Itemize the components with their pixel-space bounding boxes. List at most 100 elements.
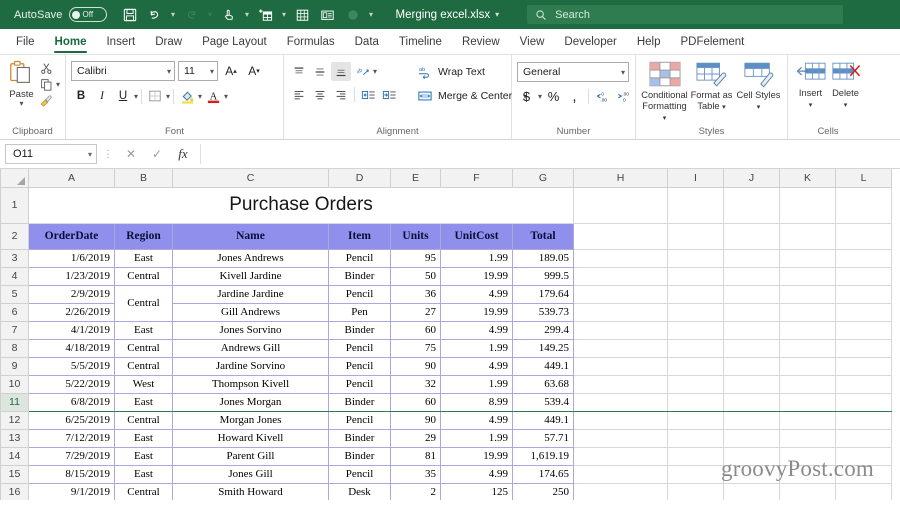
cell-h12[interactable] xyxy=(573,410,668,430)
cell-name[interactable]: Jones Sorvino xyxy=(172,320,329,340)
cell-l10[interactable] xyxy=(835,374,892,394)
touch-mode-icon[interactable] xyxy=(218,4,240,26)
font-color-icon[interactable]: A xyxy=(203,86,223,106)
card-view-icon[interactable] xyxy=(317,4,339,26)
table-header-item[interactable]: Item xyxy=(328,222,391,250)
cell-orderdate[interactable]: 4/1/2019 xyxy=(28,320,115,340)
cell-total[interactable]: 539.4 xyxy=(512,392,574,412)
tab-page-layout[interactable]: Page Layout xyxy=(192,29,277,54)
cell-i5[interactable] xyxy=(667,284,724,304)
cell-region[interactable]: East xyxy=(114,248,173,268)
cell-item[interactable]: Binder xyxy=(328,320,391,340)
cell-j14[interactable] xyxy=(723,446,780,466)
formula-bar-more-icon[interactable]: ⋮ xyxy=(102,149,114,160)
autosave-control[interactable]: AutoSave Off xyxy=(14,7,107,22)
cell-k10[interactable] xyxy=(779,374,836,394)
cell-k1[interactable] xyxy=(779,186,836,224)
percent-format-button[interactable]: % xyxy=(544,87,563,106)
cell-l1[interactable] xyxy=(835,186,892,224)
cell-region[interactable]: Central xyxy=(114,356,173,376)
file-name-area[interactable]: Merging excel.xlsx ▾ xyxy=(396,9,500,21)
cell-j12[interactable] xyxy=(723,410,780,430)
insert-function-icon[interactable]: fx xyxy=(171,144,195,164)
tab-pdfelement[interactable]: PDFelement xyxy=(670,29,754,54)
cell-unitcost[interactable]: 19.99 xyxy=(440,266,513,286)
row-header-10[interactable]: 10 xyxy=(0,374,29,394)
format-painter-icon[interactable] xyxy=(38,93,55,108)
increase-decimal-icon[interactable]: 0.00 xyxy=(593,87,612,106)
row-header-11[interactable]: 11 xyxy=(0,392,29,412)
cell-name[interactable]: Jardine Sorvino xyxy=(172,356,329,376)
cell-item[interactable]: Desk xyxy=(328,482,391,500)
cell-l16[interactable] xyxy=(835,482,892,500)
new-table-dropdown-icon[interactable]: ▾ xyxy=(280,10,289,19)
cell-i3[interactable] xyxy=(667,248,724,268)
cell-i2[interactable] xyxy=(667,222,724,250)
cell-h1[interactable] xyxy=(573,186,668,224)
cell-units[interactable]: 90 xyxy=(390,356,441,376)
underline-button[interactable]: U xyxy=(113,86,133,106)
cell-h10[interactable] xyxy=(573,374,668,394)
conditional-formatting-button[interactable]: Conditional Formatting ▾ xyxy=(641,58,688,124)
cell-styles-button[interactable]: Cell Styles ▾ xyxy=(735,58,782,113)
cell-units[interactable]: 90 xyxy=(390,410,441,430)
cell-orderdate[interactable]: 5/5/2019 xyxy=(28,356,115,376)
scissors-icon[interactable] xyxy=(38,61,55,76)
cell-j1[interactable] xyxy=(723,186,780,224)
cell-h13[interactable] xyxy=(573,428,668,448)
cell-name[interactable]: Jones Andrews xyxy=(172,248,329,268)
cell-units[interactable]: 36 xyxy=(390,284,441,304)
cell-item[interactable]: Binder xyxy=(328,392,391,412)
cell-unitcost[interactable]: 19.99 xyxy=(440,446,513,466)
cell-h7[interactable] xyxy=(573,320,668,340)
cell-h2[interactable] xyxy=(573,222,668,250)
cell-i10[interactable] xyxy=(667,374,724,394)
cell-units[interactable]: 95 xyxy=(390,248,441,268)
cell-l14[interactable] xyxy=(835,446,892,466)
cell-orderdate[interactable]: 2/26/2019 xyxy=(28,302,115,322)
cell-k13[interactable] xyxy=(779,428,836,448)
cell-total[interactable]: 63.68 xyxy=(512,374,574,394)
cell-j4[interactable] xyxy=(723,266,780,286)
tab-file[interactable]: File xyxy=(6,29,45,54)
cell-units[interactable]: 81 xyxy=(390,446,441,466)
row-header-15[interactable]: 15 xyxy=(0,464,29,484)
cell-j8[interactable] xyxy=(723,338,780,358)
row-header-3[interactable]: 3 xyxy=(0,248,29,268)
cell-unitcost[interactable]: 4.99 xyxy=(440,410,513,430)
copy-icon[interactable] xyxy=(38,77,55,92)
cell-unitcost[interactable]: 1.99 xyxy=(440,338,513,358)
borders-icon[interactable] xyxy=(145,86,165,106)
orientation-chevron-down-icon[interactable]: ▾ xyxy=(373,67,377,76)
cell-total[interactable]: 189.05 xyxy=(512,248,574,268)
cell-j16[interactable] xyxy=(723,482,780,500)
column-header-c[interactable]: C xyxy=(172,169,329,188)
cell-region[interactable]: Central xyxy=(114,266,173,286)
cell-name[interactable]: Andrews Gill xyxy=(172,338,329,358)
table-header-orderdate[interactable]: OrderDate xyxy=(28,222,115,250)
bold-button[interactable]: B xyxy=(71,86,91,106)
cell-k4[interactable] xyxy=(779,266,836,286)
cell-i4[interactable] xyxy=(667,266,724,286)
format-as-table-button[interactable]: Format as Table ▾ xyxy=(688,58,735,113)
cell-i7[interactable] xyxy=(667,320,724,340)
table-header-units[interactable]: Units xyxy=(390,222,441,250)
cell-region[interactable]: East xyxy=(114,320,173,340)
tab-timeline[interactable]: Timeline xyxy=(389,29,452,54)
cell-j2[interactable] xyxy=(723,222,780,250)
cell-k5[interactable] xyxy=(779,284,836,304)
delete-cells-button[interactable]: Delete ▾ xyxy=(829,58,863,111)
cell-total[interactable]: 449.1 xyxy=(512,356,574,376)
fill-color-icon[interactable] xyxy=(177,86,197,106)
table-header-name[interactable]: Name xyxy=(172,222,329,250)
increase-font-size-button[interactable]: A ▴ xyxy=(221,61,241,81)
row-header-5[interactable]: 5 xyxy=(0,284,29,304)
row-header-6[interactable]: 6 xyxy=(0,302,29,322)
cell-units[interactable]: 60 xyxy=(390,320,441,340)
cell-name[interactable]: Morgan Jones xyxy=(172,410,329,430)
cell-unitcost[interactable]: 1.99 xyxy=(440,374,513,394)
cell-total[interactable]: 250 xyxy=(512,482,574,500)
cell-item[interactable]: Pencil xyxy=(328,248,391,268)
cell-units[interactable]: 27 xyxy=(390,302,441,322)
cell-h15[interactable] xyxy=(573,464,668,484)
